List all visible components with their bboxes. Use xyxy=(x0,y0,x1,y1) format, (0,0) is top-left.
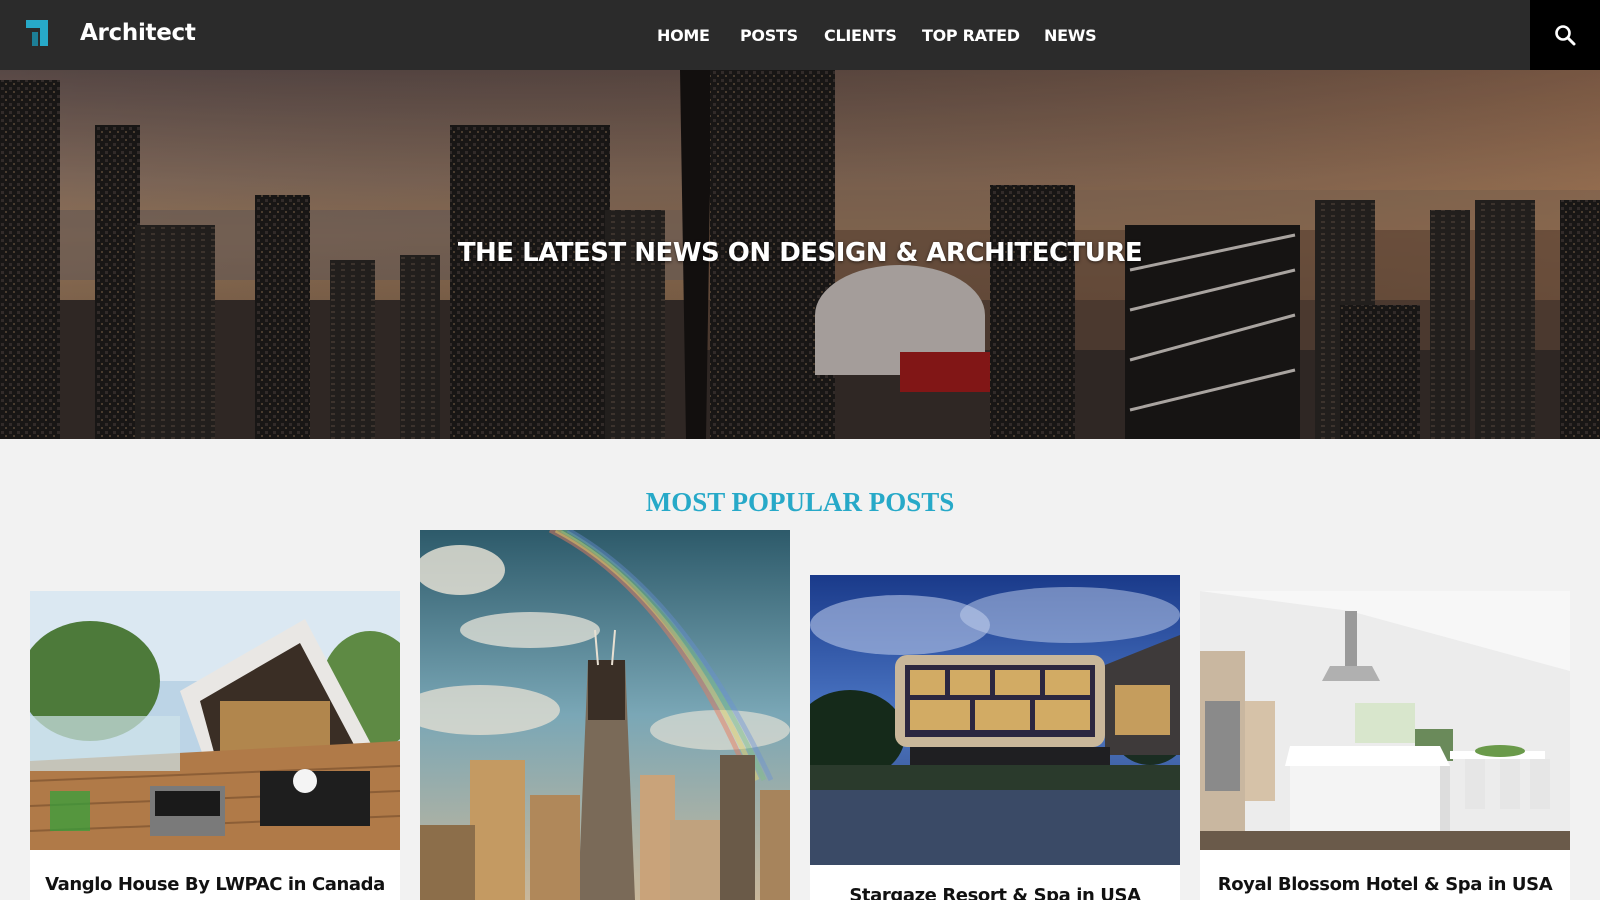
nav-top-rated[interactable]: TOP RATED xyxy=(922,26,1020,45)
rainbow-tower-image xyxy=(420,530,790,900)
post-title[interactable]: Stargaze Resort & Spa in USA xyxy=(810,885,1180,900)
main-nav: HOME POSTS CLIENTS TOP RATED NEWS xyxy=(0,26,1600,46)
most-popular-posts-heading: MOST POPULAR POSTS xyxy=(645,487,955,517)
post-card-stargaze-resort[interactable]: Stargaze Resort & Spa in USA xyxy=(810,575,1180,900)
vanglo-house-image xyxy=(30,591,400,850)
hero-title: THE LATEST NEWS ON DESIGN & ARCHITECTURE xyxy=(457,238,1143,268)
nav-clients[interactable]: CLIENTS xyxy=(824,26,897,45)
search-button[interactable] xyxy=(1530,0,1600,70)
nav-home[interactable]: HOME xyxy=(657,26,710,45)
post-title[interactable]: Vanglo House By LWPAC in Canada xyxy=(30,874,400,895)
search-icon xyxy=(1555,25,1576,46)
post-card-royal-blossom[interactable]: Royal Blossom Hotel & Spa in USA xyxy=(1200,591,1570,900)
post-title[interactable]: Royal Blossom Hotel & Spa in USA xyxy=(1200,874,1570,895)
hero-banner: THE LATEST NEWS ON DESIGN & ARCHITECTURE xyxy=(0,70,1600,439)
nav-posts[interactable]: POSTS xyxy=(740,26,798,45)
stargaze-resort-image xyxy=(810,575,1180,865)
post-card-rainbow-tower[interactable] xyxy=(420,530,790,900)
top-navigation-bar: Architect HOME POSTS CLIENTS TOP RATED N… xyxy=(0,0,1600,70)
post-card-vanglo-house[interactable]: Vanglo House By LWPAC in Canada xyxy=(30,591,400,900)
nav-news[interactable]: NEWS xyxy=(1044,26,1097,45)
royal-blossom-kitchen-image xyxy=(1200,591,1570,850)
